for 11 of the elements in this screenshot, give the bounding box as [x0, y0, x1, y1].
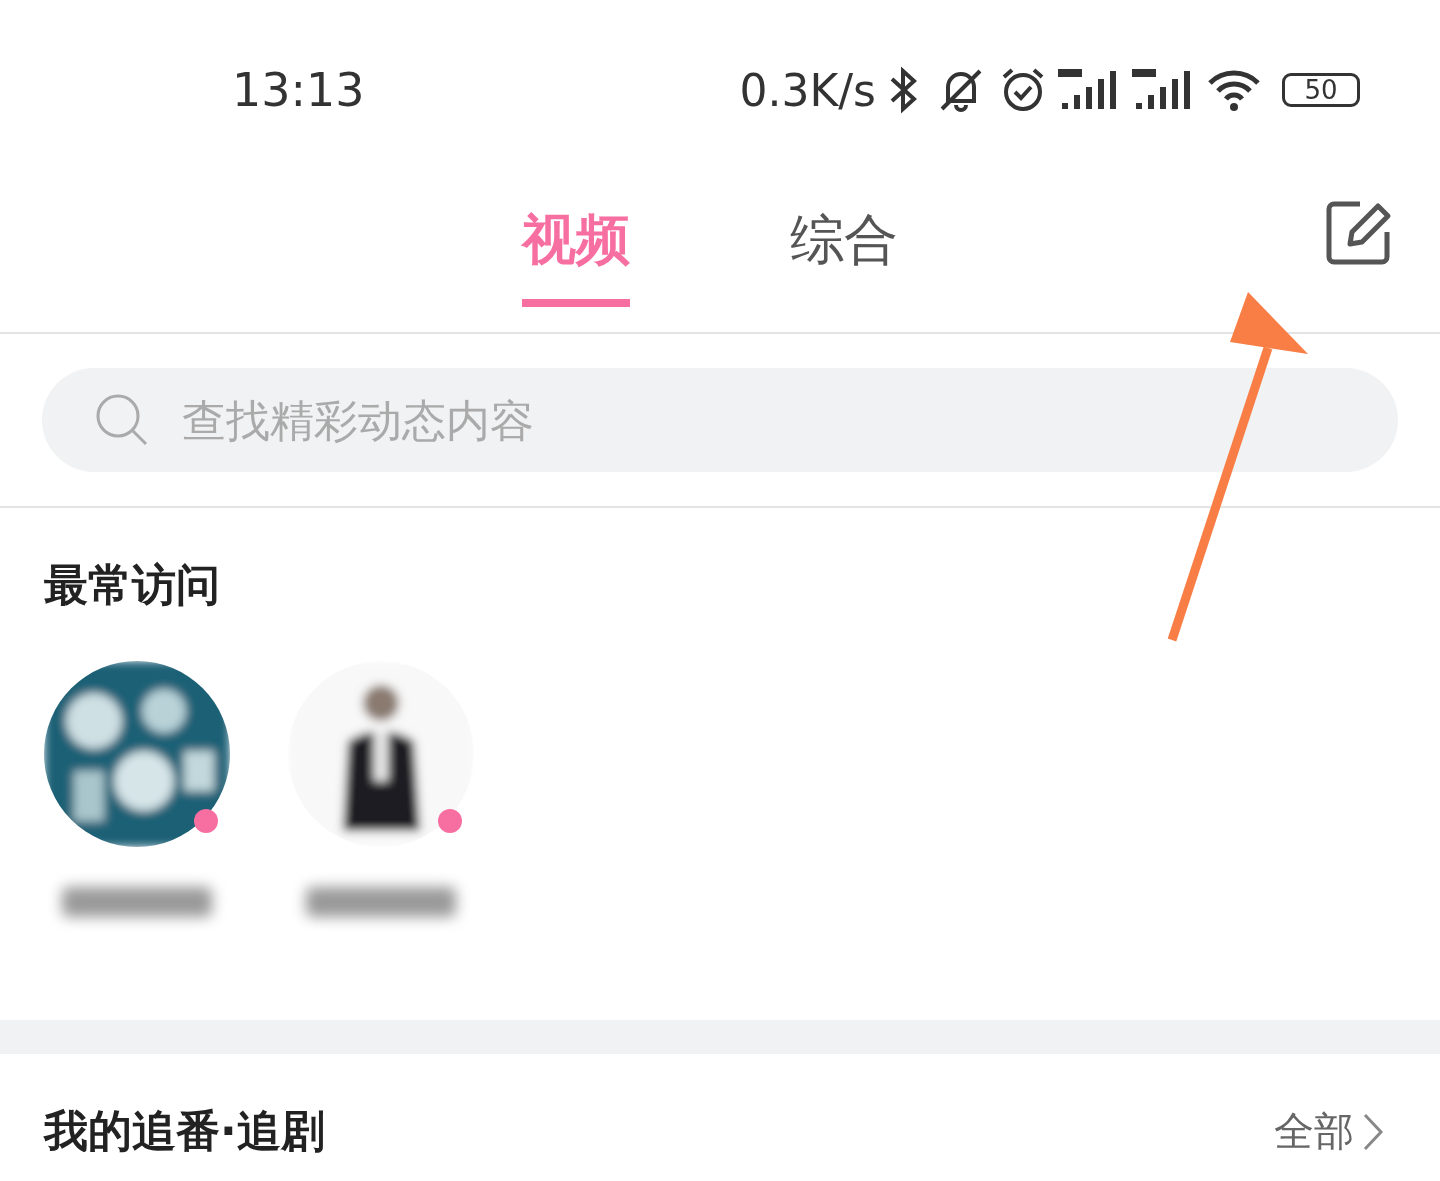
battery-icon: 50 [1282, 73, 1360, 107]
search-icon [94, 392, 150, 448]
section-title: 我的追番·追剧 [44, 1104, 326, 1158]
section-title: 最常访问 [44, 559, 220, 610]
all-link[interactable]: 全部 [1274, 1104, 1354, 1159]
search-field[interactable]: 查找精彩动态内容 [42, 368, 1398, 472]
network-speed: 0.3K/s [739, 64, 876, 116]
status-time: 13:13 [232, 63, 365, 117]
chevron-right-icon[interactable] [1362, 1111, 1384, 1152]
tab[interactable]: 综合 [790, 185, 898, 307]
edit-icon[interactable] [1326, 200, 1392, 266]
